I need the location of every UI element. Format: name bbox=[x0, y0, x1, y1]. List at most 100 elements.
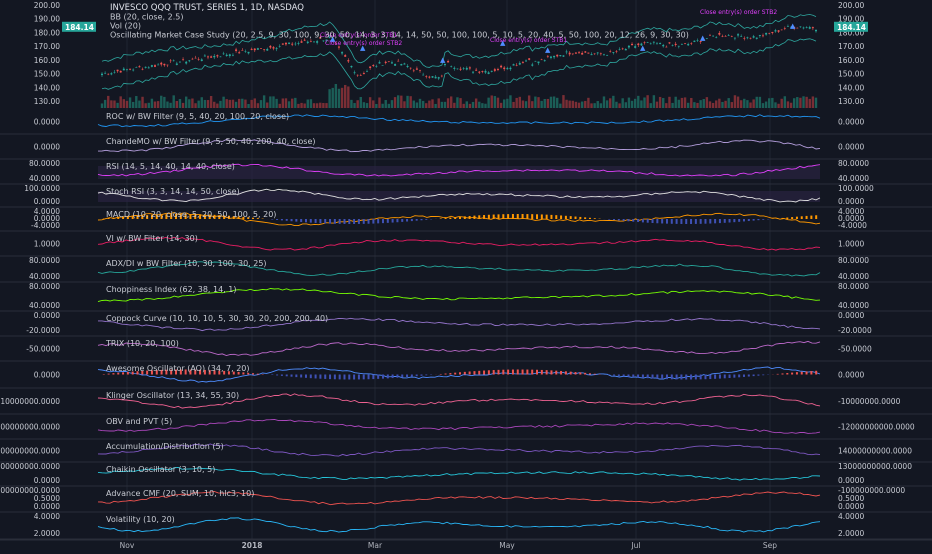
price-left-scale-label[interactable]: 150.00 bbox=[34, 70, 60, 79]
right-scale-label[interactable]: 0.0000 bbox=[838, 143, 864, 152]
right-scale-label[interactable]: 2.0000 bbox=[838, 529, 864, 538]
volume-bar bbox=[475, 99, 477, 108]
time-axis-label[interactable]: Sep bbox=[763, 541, 777, 550]
right-scale-label[interactable]: -50.0000 bbox=[838, 345, 872, 354]
price-right-scale-label[interactable]: 170.00 bbox=[838, 42, 864, 51]
left-scale-label[interactable]: 0.0000 bbox=[34, 197, 60, 206]
left-scale-label[interactable]: 4.0000 bbox=[34, 512, 60, 521]
right-scale-label[interactable]: -4.0000 bbox=[838, 221, 867, 230]
histogram-bar bbox=[372, 219, 374, 224]
left-scale-label[interactable]: 0.0000 bbox=[34, 371, 60, 380]
right-scale-label[interactable]: 80.0000 bbox=[838, 159, 869, 168]
left-scale-label[interactable]: -10000000.0000 bbox=[0, 397, 60, 406]
volume-bar bbox=[263, 95, 265, 108]
left-scale-label[interactable]: 80.0000 bbox=[29, 256, 60, 265]
price-left-scale-label[interactable]: 130.00 bbox=[34, 97, 60, 106]
price-right-scale-label[interactable]: 150.00 bbox=[838, 70, 864, 79]
left-scale-label[interactable]: 2.0000 bbox=[34, 529, 60, 538]
right-scale-label[interactable]: 0.0000 bbox=[838, 118, 864, 127]
histogram-bar bbox=[729, 219, 731, 223]
left-scale-label[interactable]: 1.0000 bbox=[34, 240, 60, 249]
right-scale-label[interactable]: -12000000000.0000 bbox=[838, 423, 915, 432]
volume-bar bbox=[254, 98, 256, 108]
candle-body bbox=[163, 64, 165, 65]
price-right-scale-label[interactable]: 130.00 bbox=[838, 97, 864, 106]
price-left-scale-label[interactable]: 170.00 bbox=[34, 42, 60, 51]
left-scale-label[interactable]: 0.0000 bbox=[34, 143, 60, 152]
chart-area[interactable]: ▲▲▲▲▲▲▲▲Close entry(s) order STB1Close e… bbox=[0, 0, 932, 550]
right-scale-label[interactable]: 14000000000.0000 bbox=[838, 447, 912, 456]
left-scale-label[interactable]: -50.0000 bbox=[26, 345, 60, 354]
volume-bar bbox=[743, 99, 745, 108]
volume-bar bbox=[500, 103, 502, 108]
left-scale-label[interactable]: 80.0000 bbox=[29, 159, 60, 168]
left-scale-label[interactable]: -12000000000.0000 bbox=[0, 423, 60, 432]
candle-body bbox=[354, 72, 356, 73]
left-scale-label[interactable]: 80.0000 bbox=[29, 282, 60, 291]
candle-body bbox=[575, 53, 577, 54]
right-scale-label[interactable]: 40.0000 bbox=[838, 272, 869, 281]
left-scale-label[interactable]: -20.0000 bbox=[26, 326, 60, 335]
candle-body bbox=[659, 43, 661, 44]
left-scale-label[interactable]: 0.0000 bbox=[34, 118, 60, 127]
candle-body bbox=[497, 69, 499, 70]
right-scale-label[interactable]: 100.0000 bbox=[838, 184, 874, 193]
candle-body bbox=[522, 62, 524, 63]
candle-body bbox=[385, 62, 387, 63]
left-scale-label[interactable]: 0.0000 bbox=[34, 502, 60, 511]
price-right-scale-label[interactable]: 200.00 bbox=[838, 1, 864, 10]
histogram-bar bbox=[671, 375, 673, 380]
volume-bar bbox=[294, 98, 296, 108]
histogram-bar bbox=[700, 219, 702, 224]
histogram-bar bbox=[637, 375, 639, 378]
time-axis-label[interactable]: Jul bbox=[630, 541, 640, 550]
candle-body bbox=[634, 46, 636, 48]
right-scale-label[interactable]: 0.0000 bbox=[838, 476, 864, 485]
volume-bar bbox=[544, 99, 546, 108]
left-scale-label[interactable]: 40.0000 bbox=[29, 301, 60, 310]
right-scale-label[interactable]: 13000000000.0000 bbox=[838, 462, 912, 471]
right-scale-label[interactable]: 40.0000 bbox=[838, 174, 869, 183]
left-scale-label[interactable]: 0.0000 bbox=[34, 476, 60, 485]
histogram-bar bbox=[411, 375, 413, 377]
left-scale-label[interactable]: 13000000000.0000 bbox=[0, 462, 60, 471]
time-axis-label[interactable]: May bbox=[499, 541, 515, 550]
left-scale-label[interactable]: 40.0000 bbox=[29, 272, 60, 281]
right-scale-label[interactable]: 0.0000 bbox=[838, 502, 864, 511]
price-left-scale-label[interactable]: 200.00 bbox=[34, 1, 60, 10]
time-axis-label[interactable]: 2018 bbox=[242, 541, 263, 550]
left-scale-label[interactable]: 14000000000.0000 bbox=[0, 447, 60, 456]
price-left-scale-label[interactable]: 160.00 bbox=[34, 56, 60, 65]
right-scale-label[interactable]: -10000000.0000 bbox=[838, 397, 901, 406]
right-scale-label[interactable]: 4.0000 bbox=[838, 512, 864, 521]
right-scale-label[interactable]: 80.0000 bbox=[838, 256, 869, 265]
right-scale-label[interactable]: 80.0000 bbox=[838, 282, 869, 291]
chart-canvas[interactable]: ▲▲▲▲▲▲▲▲Close entry(s) order STB1Close e… bbox=[0, 0, 932, 550]
right-scale-label[interactable]: 1.0000 bbox=[838, 240, 864, 249]
time-axis-label[interactable]: Mar bbox=[368, 541, 383, 550]
candle-body bbox=[248, 52, 250, 53]
volume-bar bbox=[179, 99, 181, 108]
histogram-bar bbox=[473, 216, 475, 219]
right-scale-label[interactable]: 0.0000 bbox=[838, 311, 864, 320]
price-right-scale-label[interactable]: 140.00 bbox=[838, 83, 864, 92]
left-scale-label[interactable]: 0.0000 bbox=[34, 311, 60, 320]
candle-body bbox=[709, 35, 711, 36]
left-scale-label[interactable]: 40.0000 bbox=[29, 174, 60, 183]
left-scale-label[interactable]: -4.0000 bbox=[31, 221, 60, 230]
volume-bar bbox=[101, 103, 103, 108]
price-right-scale-label[interactable]: 160.00 bbox=[838, 56, 864, 65]
price-left-scale-label[interactable]: 180.00 bbox=[34, 28, 60, 37]
right-scale-label[interactable]: 0.0000 bbox=[838, 371, 864, 380]
right-scale-label[interactable]: -20.0000 bbox=[838, 326, 872, 335]
right-scale-label[interactable]: 0.0000 bbox=[838, 197, 864, 206]
histogram-bar bbox=[483, 371, 485, 375]
left-scale-label[interactable]: 100.0000 bbox=[24, 184, 60, 193]
volume-bar bbox=[151, 99, 153, 108]
price-left-scale-label[interactable]: 190.00 bbox=[34, 15, 60, 24]
time-axis-label[interactable]: Nov bbox=[120, 541, 135, 550]
price-left-scale-label[interactable]: 140.00 bbox=[34, 83, 60, 92]
histogram-bar bbox=[724, 375, 726, 379]
right-scale-label[interactable]: 40.0000 bbox=[838, 301, 869, 310]
volume-bar bbox=[378, 97, 380, 108]
